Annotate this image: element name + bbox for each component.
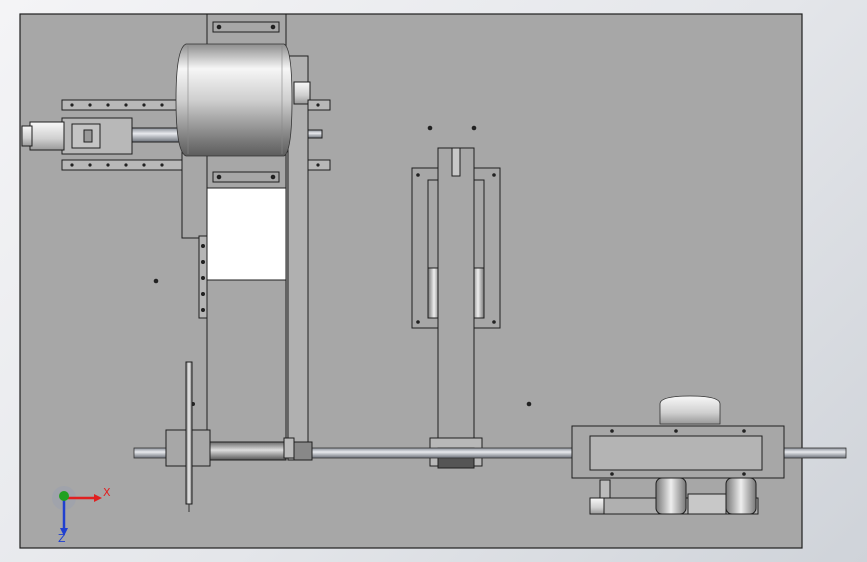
- cutting-disc[interactable]: [185, 361, 193, 512]
- guide-column[interactable]: [429, 147, 483, 469]
- triad-x-label: X: [103, 486, 111, 499]
- cad-viewport[interactable]: X Z: [0, 0, 867, 562]
- slotted-strip: [198, 235, 208, 319]
- triad-z-label: Z: [58, 532, 66, 545]
- motor[interactable]: [175, 43, 293, 157]
- gearbox-motor[interactable]: [659, 395, 721, 425]
- gearbox[interactable]: [571, 425, 785, 479]
